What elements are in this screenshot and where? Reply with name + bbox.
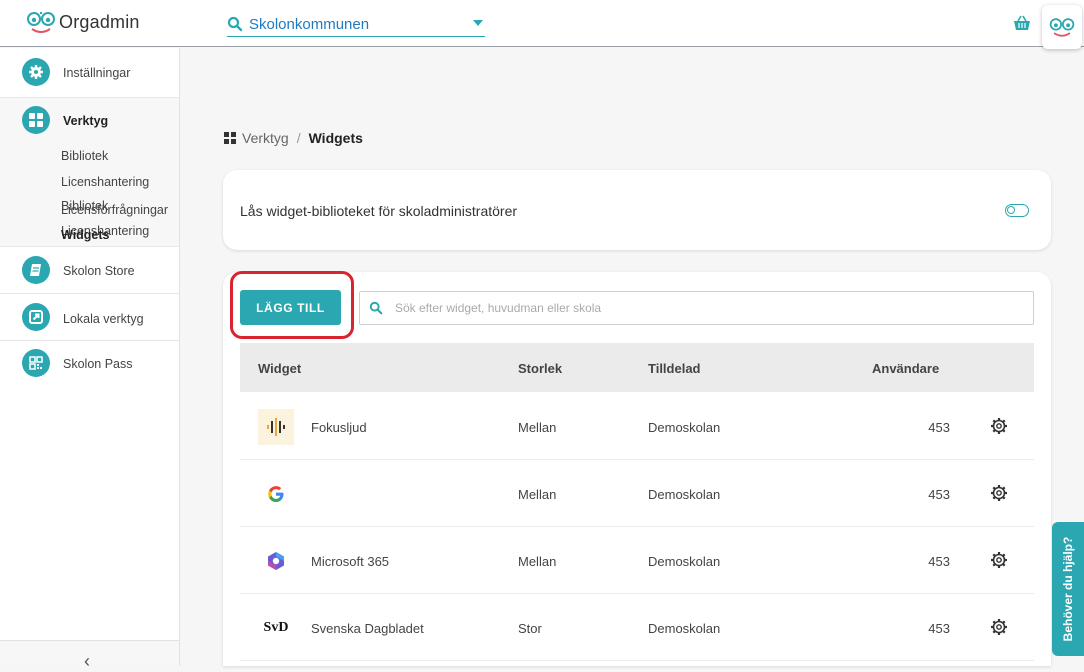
sidebar-item-label: Skolon Pass	[63, 357, 133, 371]
user-avatar[interactable]	[1042, 5, 1082, 49]
sidebar-subitem-widgets[interactable]: Widgets	[61, 228, 110, 242]
app-logo[interactable]: Orgadmin	[25, 10, 140, 34]
search-icon	[227, 16, 243, 32]
widget-users: 453	[928, 487, 950, 502]
breadcrumb-separator: /	[296, 130, 301, 146]
sidebar-item-label: Lokala verktyg	[63, 312, 144, 326]
grid-icon	[224, 132, 236, 144]
lock-library-card: Lås widget-biblioteket för skoladministr…	[223, 170, 1051, 250]
settings-gear-icon[interactable]	[990, 551, 1008, 569]
widget-search-field[interactable]	[359, 291, 1034, 325]
organization-select[interactable]: Skolonkommunen	[227, 12, 485, 37]
breadcrumb-parent[interactable]: Verktyg	[242, 130, 289, 146]
chevron-left-icon: ‹	[84, 651, 90, 671]
settings-gear-icon[interactable]	[990, 417, 1008, 435]
sidebar-group-verktyg: Verktyg Bibliotek Licenshantering	[0, 97, 179, 247]
help-tab[interactable]: Behöver du hjälp?	[1052, 522, 1084, 656]
sidebar-item-label: Verktyg	[63, 114, 109, 128]
skolon-avatar-icon	[1049, 18, 1075, 37]
sidebar-item-skolon-store[interactable]: Skolon Store	[0, 248, 179, 293]
table-row[interactable]: Fokusljud Mellan Demoskolan 453	[240, 393, 1034, 460]
column-header-tilldelad[interactable]: Tilldelad	[648, 361, 701, 376]
orgadmin-logo-icon	[27, 12, 55, 33]
external-link-icon	[22, 303, 50, 331]
basket-icon[interactable]	[1013, 15, 1031, 31]
organization-select-value: Skolonkommunen	[249, 15, 370, 33]
sidebar-item-verktyg[interactable]: Verktyg	[0, 98, 179, 144]
table-row[interactable]: Mellan Demoskolan 453	[240, 460, 1034, 527]
widget-assigned: Demoskolan	[648, 554, 721, 569]
widget-assigned: Demoskolan	[648, 420, 721, 435]
lock-library-toggle[interactable]	[1005, 204, 1029, 217]
sidebar-item-label: Inställningar	[63, 66, 131, 80]
widget-assigned: Demoskolan	[648, 487, 721, 502]
gear-icon	[22, 58, 50, 86]
sidebar-collapse-button[interactable]: ‹	[0, 640, 179, 671]
widget-users: 453	[928, 554, 950, 569]
help-tab-label: Behöver du hjälp?	[1061, 536, 1075, 642]
search-icon	[369, 301, 383, 315]
highlight-annotation	[230, 271, 354, 339]
widget-name: Svenska Dagbladet	[311, 621, 424, 636]
sidebar-subitem-bibliotek[interactable]: Bibliotek	[61, 149, 108, 163]
table-row[interactable]: SvD Svenska Dagbladet Stor Demoskolan 45…	[240, 594, 1034, 661]
widget-size: Stor	[518, 621, 542, 636]
sidebar-item-installningar[interactable]: Inställningar	[0, 48, 179, 97]
settings-gear-icon[interactable]	[990, 484, 1008, 502]
sidebar-item-skolon-pass[interactable]: Skolon Pass	[0, 341, 179, 387]
sidebar-item-lokala-verktyg[interactable]: Lokala verktyg	[0, 294, 179, 340]
widget-assigned: Demoskolan	[648, 621, 721, 636]
microsoft-365-logo-icon	[258, 543, 294, 579]
sidebar-subitem-licensforfragningar[interactable]: Licensförfrågningar	[61, 203, 168, 217]
widget-size: Mellan	[518, 420, 557, 435]
widget-search-input[interactable]	[395, 301, 995, 315]
column-header-storlek[interactable]: Storlek	[518, 361, 562, 376]
breadcrumb: Verktyg / Widgets	[224, 130, 363, 146]
fokusljud-logo-icon	[258, 409, 294, 445]
column-header-widget[interactable]: Widget	[258, 361, 301, 376]
svd-logo-icon: SvD	[263, 620, 289, 635]
book-icon	[22, 256, 50, 284]
breadcrumb-current: Widgets	[308, 130, 363, 146]
sidebar-item-label: Skolon Store	[63, 264, 135, 278]
grid-icon	[22, 106, 50, 134]
lock-library-label: Lås widget-biblioteket för skoladministr…	[240, 203, 518, 219]
widget-name: Microsoft 365	[311, 554, 390, 569]
google-logo-icon	[258, 476, 294, 512]
widget-size: Mellan	[518, 487, 557, 502]
widget-users: 453	[928, 420, 950, 435]
widget-name: Fokusljud	[311, 420, 367, 435]
qr-icon	[22, 349, 50, 377]
table-row[interactable]: Microsoft 365 Mellan Demoskolan 453	[240, 527, 1034, 594]
settings-gear-icon[interactable]	[990, 618, 1008, 636]
chevron-down-icon	[473, 20, 483, 26]
sidebar: Inställningar Verktyg Bibliotek Licensha…	[0, 48, 180, 671]
column-header-anvandare[interactable]: Användare	[872, 361, 939, 376]
widget-size: Mellan	[518, 554, 557, 569]
app-name: Orgadmin	[59, 11, 140, 32]
sidebar-subitem-licenshantering[interactable]: Licenshantering	[61, 175, 149, 189]
top-bar: Orgadmin Skolonkommunen	[0, 0, 1084, 49]
widget-users: 453	[928, 621, 950, 636]
toggle-knob	[1007, 206, 1015, 214]
table-header: Widget Storlek Tilldelad Användare	[240, 343, 1034, 392]
